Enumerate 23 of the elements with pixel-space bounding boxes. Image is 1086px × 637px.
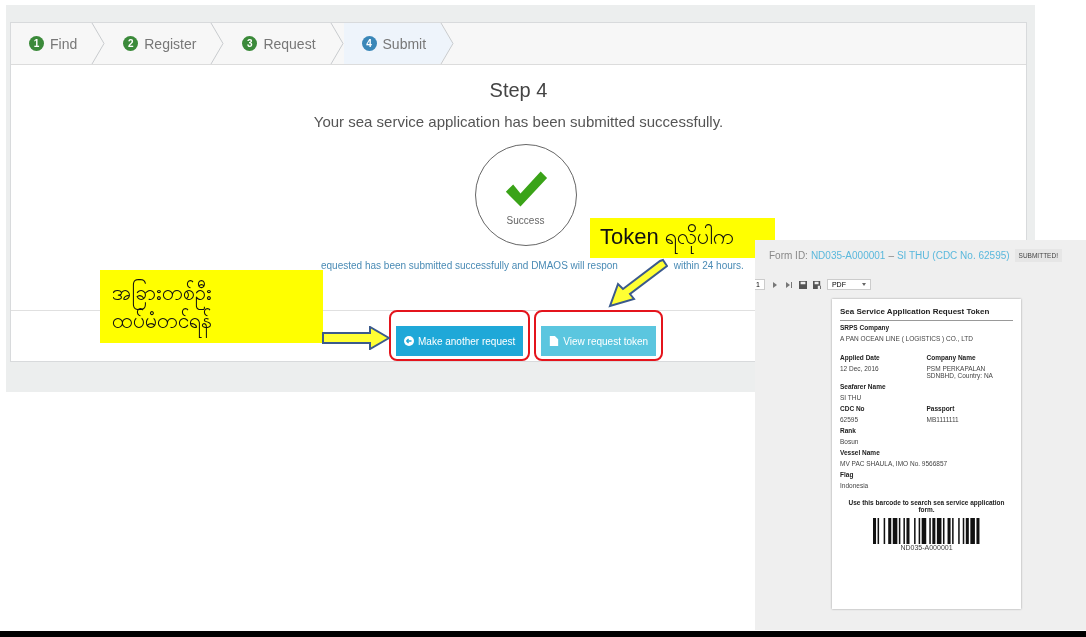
status-message: equested has been submitted successfully and DMAOS will respon bbox=[321, 260, 618, 271]
document-title: Sea Service Application Request Token bbox=[840, 307, 1013, 321]
step-tab[interactable]: 1 Find bbox=[11, 23, 92, 64]
separator-text: – bbox=[888, 250, 894, 261]
chevron-separator-icon bbox=[210, 23, 225, 64]
last-page-icon[interactable] bbox=[784, 280, 793, 289]
form-id-label: Form ID: bbox=[769, 250, 808, 261]
save-icon[interactable] bbox=[798, 280, 807, 289]
document-icon bbox=[549, 336, 560, 346]
action-button[interactable]: Make another request bbox=[396, 326, 524, 356]
annotation-note: အခြားတစ်ဦး ထပ်မံတင်ရန် bbox=[100, 270, 323, 343]
step-heading: Step 4 bbox=[489, 79, 548, 102]
step-tab[interactable]: 3 Request bbox=[224, 23, 330, 64]
back-arrow-icon bbox=[404, 336, 414, 346]
chevron-separator-icon bbox=[329, 23, 344, 64]
save-as-icon[interactable] bbox=[812, 280, 821, 289]
chevron-separator-icon bbox=[91, 23, 106, 64]
caret-icon bbox=[861, 283, 866, 286]
step-tab[interactable]: 2 Register bbox=[105, 23, 211, 64]
success-subtitle: Your sea service application has been submitted successfully. bbox=[313, 113, 724, 130]
status-message: within 24 hours. bbox=[673, 260, 744, 271]
next-page-icon[interactable] bbox=[770, 280, 779, 289]
arrow-icon bbox=[322, 326, 390, 350]
